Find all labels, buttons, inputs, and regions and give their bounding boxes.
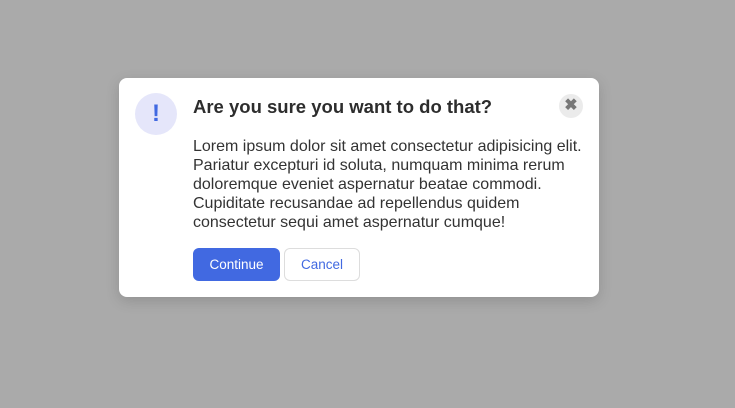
close-icon: ✖ [564,97,578,114]
dialog-title: Are you sure you want to do that? [193,96,493,117]
confirm-dialog: ! Are you sure you want to do that? ✖ Lo… [119,78,599,297]
continue-button[interactable]: Continue [193,248,280,281]
close-button[interactable]: ✖ [559,94,583,118]
exclamation-icon: ! [135,93,177,135]
cancel-button[interactable]: Cancel [284,248,360,281]
dialog-message: Lorem ipsum dolor sit amet consectetur a… [193,138,582,231]
